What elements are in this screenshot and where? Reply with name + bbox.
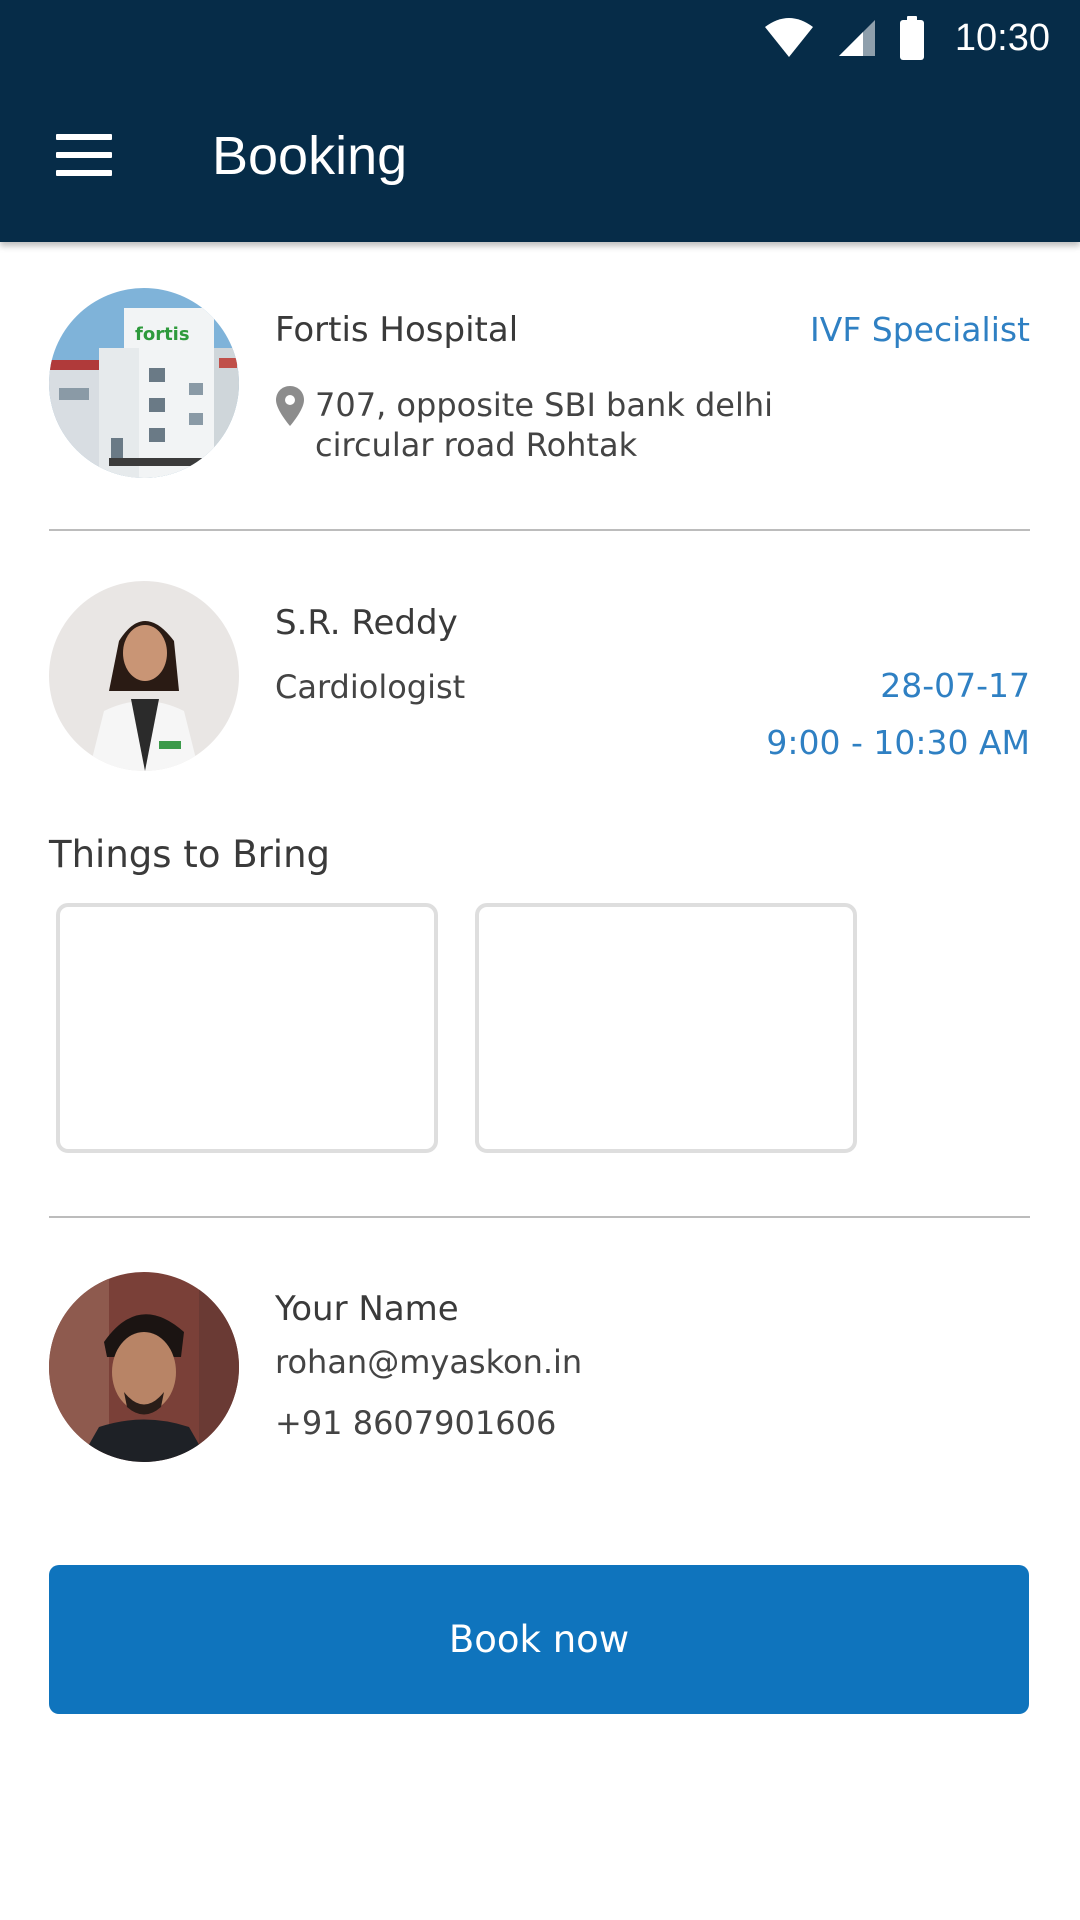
doctor-avatar [49,581,239,771]
doctor-role: Cardiologist [275,668,466,706]
app-bar: 10:30 Booking [0,0,1080,242]
hospital-address-line-1: 707, opposite SBI bank delhi [315,386,774,424]
user-avatar [49,1272,239,1462]
menu-icon[interactable] [56,134,112,176]
bring-item-slot[interactable] [475,903,857,1153]
status-icons: 10:30 [763,12,1050,64]
user-phone: +91 8607901606 [275,1404,557,1442]
signal-icon [838,20,875,56]
bring-item-slot[interactable] [56,903,438,1153]
doctor-name: S.R. Reddy [275,603,458,643]
page-title: Booking [212,126,408,186]
user-name: Your Name [275,1289,459,1329]
battery-icon [899,16,924,60]
appointment-time: 9:00 - 10:30 AM [766,723,1030,762]
divider [49,1216,1030,1218]
status-time: 10:30 [954,16,1050,59]
things-to-bring-title: Things to Bring [49,833,331,876]
book-now-button[interactable]: Book now [49,1565,1029,1714]
hospital-image: fortis [49,288,239,478]
toolbar: Booking [0,76,1080,242]
hospital-name: Fortis Hospital [275,310,519,350]
user-email: rohan@myaskon.in [275,1343,583,1381]
location-pin-icon [276,386,304,426]
appointment-date: 28-07-17 [880,666,1030,705]
wifi-icon [764,18,813,57]
hospital-address-line-2: circular road Rohtak [315,426,638,464]
divider [49,529,1030,531]
status-bar: 10:30 [0,0,1080,76]
specialty-label: IVF Specialist [810,310,1030,349]
svg-text:fortis: fortis [135,324,190,345]
